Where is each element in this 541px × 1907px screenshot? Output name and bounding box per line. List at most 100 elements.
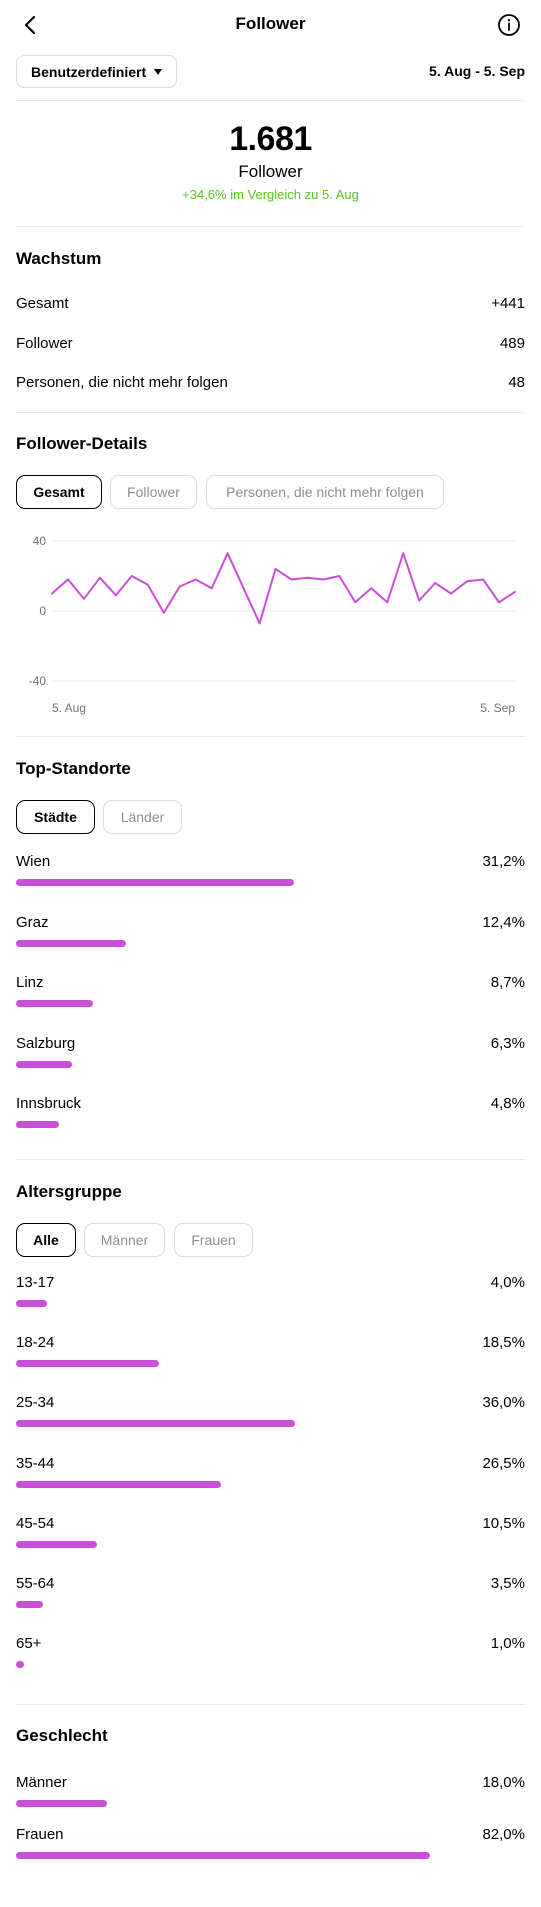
growth-row-value: 48 [508,374,525,391]
percentage-bar [16,1000,94,1007]
list-item: 35-44 26,5% [16,1455,525,1495]
list-item: 18-24 18,5% [16,1334,525,1374]
item-percentage: 82,0% [482,1826,525,1843]
item-label: Männer [16,1774,67,1791]
list-item: Wien 31,2% [16,853,525,893]
data-point [386,601,389,604]
item-label: Frauen [16,1826,64,1843]
list-item: Männer 18,0% [16,1774,525,1814]
percentage-bar [16,1540,98,1548]
data-point [98,576,101,579]
data-point [194,578,197,581]
item-percentage: 6,3% [490,1034,525,1052]
data-point [322,578,325,581]
data-point [210,587,213,590]
list-item: 13-17 4,0% [16,1274,525,1314]
follower-count: 1.681 [229,120,312,158]
tab-unfollowers[interactable]: Personen, die nicht mehr folgen [206,475,444,509]
y-tick-label: 40 [33,534,47,548]
list-item: 25-34 36,0% [16,1394,525,1434]
top-bar: Follower [0,0,541,50]
follower-line-chart: 40 0 -40 5. Aug 5. Sep [29,534,516,715]
percentage-bar [16,1852,431,1859]
growth-row-value: +441 [491,295,525,312]
series-line [51,552,516,625]
item-label: Wien [16,853,51,870]
x-tick-label: 5. Aug [52,701,86,715]
x-tick-label: 5. Sep [480,701,515,715]
tab-men[interactable]: Männer [84,1223,165,1257]
percentage-bar [16,1480,222,1488]
growth-row-label: Follower [16,335,73,352]
info-icon[interactable] [497,13,521,37]
item-label: 18-24 [16,1334,55,1352]
growth-row-followers: Follower 489 [16,335,525,357]
details-section-title: Follower-Details [16,434,148,453]
item-label: 13-17 [16,1274,55,1291]
growth-row-label: Gesamt [16,295,69,312]
percentage-bar [16,1300,47,1307]
data-point [290,578,293,581]
item-label: 25-34 [16,1394,55,1412]
percentage-bar [16,1420,295,1428]
list-item: Innsbruck 4,8% [16,1095,525,1135]
y-tick-label: 0 [39,604,46,618]
item-percentage: 3,5% [490,1575,525,1592]
page-title: Follower [235,14,306,33]
date-range-dropdown-label: Benutzerdefiniert [31,63,147,80]
data-point [242,587,245,590]
item-percentage: 12,4% [482,913,525,931]
divider [16,226,525,227]
item-percentage: 4,0% [490,1274,525,1291]
data-point [418,599,421,602]
tab-cities[interactable]: Städte [16,800,95,834]
list-item: 55-64 3,5% [16,1575,525,1615]
item-label: Graz [16,913,49,931]
data-point [51,592,53,595]
data-point [482,578,485,581]
data-point [146,583,149,586]
item-label: 45-54 [16,1514,55,1532]
data-point [514,590,516,593]
item-percentage: 36,0% [482,1394,525,1412]
item-percentage: 1,0% [490,1635,525,1653]
list-item: Linz 8,7% [16,974,525,1014]
locations-section-title: Top-Standorte [16,759,131,778]
growth-row-unfollowers: Personen, die nicht mehr folgen 48 [16,374,525,396]
percentage-bar [16,1121,59,1128]
date-range-dropdown[interactable]: Benutzerdefiniert [16,55,178,88]
growth-section-title: Wachstum [16,249,102,268]
data-point [434,582,437,584]
list-item: Salzburg 6,3% [16,1035,525,1075]
percentage-bar [16,1060,73,1068]
divider [16,1704,525,1705]
item-percentage: 4,8% [490,1095,525,1112]
date-range-text: 5. Aug - 5. Sep [429,63,525,79]
data-point [82,597,85,600]
growth-row-value: 489 [499,335,525,352]
item-percentage: 10,5% [482,1514,525,1532]
tab-all[interactable]: Alle [16,1223,76,1257]
follower-change: +34,6% im Vergleich zu 5. Aug [182,187,359,202]
tab-countries[interactable]: Länder [103,800,182,834]
tab-total[interactable]: Gesamt [16,475,102,509]
tab-women[interactable]: Frauen [174,1223,253,1257]
data-point [402,552,405,555]
data-point [338,575,341,577]
percentage-bar [16,879,294,886]
data-point [274,568,277,570]
item-label: Innsbruck [16,1095,82,1112]
data-point [258,622,261,625]
data-point [114,594,117,597]
gender-section-title: Geschlecht [16,1726,108,1745]
item-percentage: 31,2% [482,853,525,870]
data-point [370,587,373,590]
item-label: Salzburg [16,1034,76,1052]
percentage-bar [16,1661,24,1669]
divider [16,100,525,101]
item-percentage: 26,5% [482,1454,525,1472]
divider [16,736,525,737]
data-point [306,576,309,579]
tab-followers[interactable]: Follower [110,475,197,509]
list-item: 65+ 1,0% [16,1635,525,1675]
